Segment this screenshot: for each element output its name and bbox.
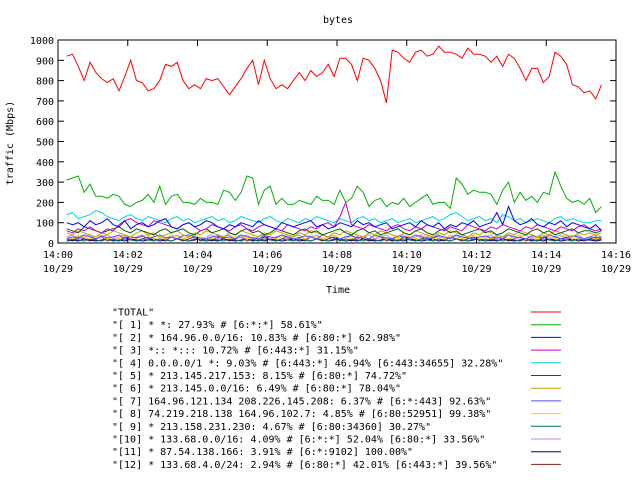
legend-label-6: "[ 6] * 213.145.0.0/16: 6.49% # [6:80:*]… [112, 384, 401, 395]
y-tick-label-10: 1000 [30, 36, 54, 47]
chart-title: bytes [323, 15, 353, 26]
x-tick-date-4: 10/29 [322, 264, 352, 275]
x-tick-date-2: 10/29 [182, 264, 212, 275]
y-tick-label-0: 0 [48, 239, 54, 250]
x-tick-date-6: 10/29 [461, 264, 491, 275]
x-tick-label-3: 14:06 [252, 250, 282, 261]
x-tick-label-1: 14:02 [113, 250, 143, 261]
series-line-4 [66, 209, 602, 224]
y-tick-label-7: 700 [36, 97, 54, 108]
legend-label-11: "[11] * 87.54.138.166: 3.91% # [6:*:9102… [112, 447, 413, 458]
x-tick-date-3: 10/29 [252, 264, 282, 275]
legend-label-1: "[ 1] * *: 27.93% # [6:*:*] 58.61%" [112, 320, 323, 331]
x-tick-label-2: 14:04 [182, 250, 212, 261]
legend-label-0: "TOTAL" [112, 308, 154, 319]
legend-label-5: "[ 5] * 213.145.217.153: 8.15% # [6:80:*… [112, 371, 407, 382]
y-tick-label-1: 100 [36, 219, 54, 230]
legend-label-10: "[10] * 133.68.0.0/16: 4.09% # [6:*:*] 5… [112, 435, 485, 446]
y-tick-label-3: 300 [36, 178, 54, 189]
legend-label-3: "[ 3] *:: *::: 10.72% # [6:443:*] 31.15%… [112, 346, 359, 357]
legend-label-8: "[ 8] 74.219.218.138 164.96.102.7: 4.85%… [112, 409, 491, 420]
series-line-1 [66, 170, 602, 214]
y-tick-label-8: 800 [36, 77, 54, 88]
x-tick-date-0: 10/29 [43, 264, 73, 275]
y-tick-label-4: 400 [36, 158, 54, 169]
x-tick-date-8: 10/29 [601, 264, 631, 275]
plot-frame [57, 39, 617, 244]
y-tick-label-2: 200 [36, 198, 54, 209]
x-tick-label-5: 14:10 [392, 250, 422, 261]
legend-label-12: "[12] * 133.68.4.0/24: 2.94% # [6:80:*] … [112, 460, 497, 471]
traffic-chart: bytes traffic (Mbps) Time 0 100 200 300 400 5… [5, 15, 631, 471]
y-axis-label: traffic (Mbps) [5, 101, 16, 185]
series-line-0 [66, 45, 602, 104]
x-tick-label-4: 14:08 [322, 250, 352, 261]
y-tick-label-6: 600 [36, 117, 54, 128]
series-line-2 [66, 205, 602, 232]
x-tick-date-5: 10/29 [392, 264, 422, 275]
legend-label-7: "[ 7] 164.96.121.134 208.226.145.208: 6.… [112, 396, 491, 407]
x-tick-label-8: 14:16 [601, 250, 631, 261]
legend: "TOTAL""[ 1] * *: 27.93% # [6:*:*] 58.61… [112, 308, 561, 471]
x-tick-date-7: 10/29 [531, 264, 561, 275]
x-tick-label-6: 14:12 [461, 250, 491, 261]
x-tick-label-0: 14:00 [43, 250, 73, 261]
legend-label-2: "[ 2] * 164.96.0.0/16: 10.83% # [6:80:*]… [112, 333, 401, 344]
x-axis-label: Time [326, 285, 350, 296]
legend-label-9: "[ 9] * 213.158.231.230: 4.67% # [6:80:3… [112, 422, 431, 433]
x-tick-label-7: 14:14 [531, 250, 561, 261]
legend-label-4: "[ 4] 0.0.0.0/1 *: 9.03% # [6:443:*] 46.… [112, 358, 503, 369]
x-tick-date-1: 10/29 [113, 264, 143, 275]
y-tick-label-9: 900 [36, 56, 54, 67]
y-tick-label-5: 500 [36, 138, 54, 149]
series-layer [66, 45, 602, 242]
